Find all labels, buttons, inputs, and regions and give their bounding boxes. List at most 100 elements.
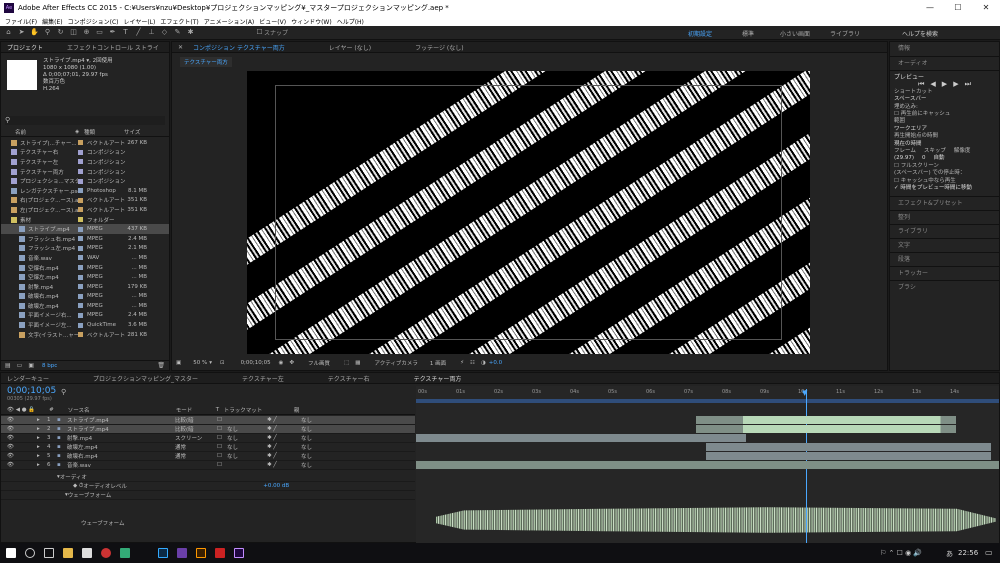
layer-duration-bar[interactable] (706, 443, 991, 451)
interpret-footage-icon[interactable]: ▤ (5, 362, 11, 369)
rectangle-tool-icon[interactable]: ▭ (95, 28, 104, 37)
snapshot-icon[interactable]: ◉ (279, 360, 284, 366)
menu-effect[interactable]: エフェクト(T) (160, 17, 198, 26)
label-color-icon[interactable] (78, 159, 83, 165)
timeline-layer-row[interactable]: 👁 ▸ 6 ▪ 音楽.wav ☐ ✱ ╱ なし (1, 461, 415, 470)
project-item[interactable]: 空爆左.mp4 MPEG ... MB (1, 272, 169, 282)
tab-render-queue[interactable]: レンダーキュー (7, 374, 49, 383)
work-area-bar[interactable] (416, 399, 999, 403)
file-explorer-icon[interactable] (63, 548, 73, 558)
tab-texture-right[interactable]: テクスチャー右 (328, 374, 370, 383)
workspace-default[interactable]: 初期設定 (688, 29, 712, 38)
column-type[interactable]: 種類 (84, 128, 124, 136)
project-item[interactable]: プロジェクショ...マスター コンポジション (1, 176, 169, 186)
layer-name[interactable]: 破壊右.mp4 (67, 452, 175, 460)
minimize-icon[interactable]: — (916, 0, 944, 16)
panel-3[interactable]: 文字 (890, 237, 999, 252)
project-item[interactable]: テクスチャー両方 コンポジション (1, 167, 169, 177)
clone-stamp-icon[interactable]: ⊥ (147, 28, 156, 37)
first-frame-icon[interactable]: ⏮ (918, 80, 924, 88)
layer-t-checkbox[interactable]: ☐ (217, 453, 227, 459)
exposure-value[interactable]: +0.0 (489, 360, 502, 366)
acrobat-icon[interactable] (215, 548, 225, 558)
layer-duration-bar[interactable] (416, 434, 746, 442)
store-icon[interactable] (82, 548, 92, 558)
layer-track-matte[interactable]: なし (227, 425, 267, 433)
views-select[interactable]: 1 画面 (430, 359, 446, 367)
timeline-layer-row[interactable]: 👁 ▸ 2 ▪ ストライプ.mp4 比較(暗 ☐ なし ✱ ╱ なし (1, 425, 415, 434)
project-search-input[interactable]: ⚲ (5, 116, 165, 125)
after-effects-icon[interactable] (234, 548, 244, 558)
visibility-icon[interactable]: 👁 (7, 462, 37, 468)
exposure-icon[interactable]: ◑ (481, 360, 486, 366)
layer-t-checkbox[interactable]: ☐ (217, 435, 227, 441)
menu-file[interactable]: ファイル(F) (5, 17, 37, 26)
project-item[interactable]: フラッシュ右.mp4 MPEG 2.4 MB (1, 234, 169, 244)
layer-parent[interactable]: なし (301, 416, 312, 424)
play-icon[interactable]: ▶ (942, 80, 947, 88)
menu-help[interactable]: ヘルプ(H) (337, 17, 364, 26)
prev-frame-icon[interactable]: ◀ (930, 80, 935, 88)
project-item[interactable]: レンガテクスチャー.psd Photoshop 8.1 MB (1, 186, 169, 196)
photoshop-icon[interactable] (158, 548, 168, 558)
illustrator-icon[interactable] (196, 548, 206, 558)
layer-t-checkbox[interactable]: ☐ (217, 444, 227, 450)
layer-parent[interactable]: なし (301, 434, 312, 442)
project-item[interactable]: テクスチャー左 コンポジション (1, 157, 169, 167)
tab-texture-left[interactable]: テクスチャー左 (242, 374, 284, 383)
project-item[interactable]: 文字(イラスト...ャー... ベクトルアート281 KB (1, 330, 169, 340)
panel-4[interactable]: 段落 (890, 251, 999, 266)
timeline-timecode[interactable]: 0;00;10;05 (7, 386, 56, 396)
snap-checkbox[interactable]: ☐ (255, 28, 264, 37)
label-color-icon[interactable] (78, 322, 83, 328)
skip-select[interactable]: 0 (922, 155, 926, 162)
column-mode[interactable]: モード (176, 406, 216, 414)
column-source-name[interactable]: ソース名 (68, 406, 176, 414)
fast-preview-icon[interactable]: ⚡ (460, 360, 464, 366)
zoom-select[interactable]: 50 % (193, 360, 207, 366)
label-color-icon[interactable] (78, 303, 83, 309)
project-item[interactable]: 左(プロジェク...ース).ai ベクトルアート 351 KB (1, 205, 169, 215)
cortana-icon[interactable] (25, 548, 35, 558)
shortcut-select[interactable]: スペースバー (894, 96, 995, 103)
comp-breadcrumb[interactable]: テクスチャー両方 (180, 57, 232, 67)
project-item[interactable]: 破壊左.mp4 MPEG ... MB (1, 301, 169, 311)
menu-edit[interactable]: 編集(E) (42, 17, 62, 26)
menu-window[interactable]: ウィンドウ(W) (291, 17, 332, 26)
expand-icon[interactable]: ▸ (37, 453, 47, 459)
playhead-icon[interactable]: ▼ (802, 389, 807, 397)
label-color-icon[interactable] (78, 255, 83, 261)
audio-level-value[interactable]: +0.00 dB (263, 483, 289, 489)
always-preview-icon[interactable]: ▣ (176, 360, 181, 366)
label-color-icon[interactable] (78, 332, 83, 338)
layer-mode[interactable]: 通常 (175, 443, 217, 451)
expand-icon[interactable]: ▸ (37, 462, 47, 468)
close-icon[interactable]: ✕ (972, 0, 1000, 16)
project-item[interactable]: 平面イメージ左... QuickTime 3.6 MB (1, 320, 169, 330)
project-item[interactable]: 平面イメージ右... MPEG 2.4 MB (1, 311, 169, 321)
panel-0[interactable]: エフェクト&プリセット (890, 195, 999, 210)
camera-tool-icon[interactable]: ◫ (69, 28, 78, 37)
time-ruler[interactable]: 00s 01s 02s 03s 04s 05s 06s 07s 08s 09s 10s 11s 12s 1… (416, 389, 999, 399)
roto-brush-icon[interactable]: ✎ (173, 28, 182, 37)
tray-icons[interactable]: ⚐ ⌃ ☐ ◉ 🔊 (880, 549, 922, 557)
puppet-tool-icon[interactable]: ✱ (186, 28, 195, 37)
chevron-down-icon[interactable]: ▾ (209, 360, 212, 366)
label-color-icon[interactable] (78, 274, 83, 280)
app-icon[interactable] (120, 548, 130, 558)
close-tab-icon[interactable]: ✕ (178, 44, 183, 51)
label-color-icon[interactable] (78, 293, 83, 299)
layer-duration-bar[interactable] (416, 461, 999, 469)
layer-parent[interactable]: なし (301, 425, 312, 433)
layer-duration-bar[interactable] (696, 416, 956, 424)
label-color-icon[interactable] (78, 178, 83, 184)
visibility-icon[interactable]: 👁 (7, 426, 37, 432)
waveform-group-label[interactable]: ウェーブフォーム (68, 491, 112, 499)
project-item[interactable]: 空爆右.mp4 MPEG ... MB (1, 263, 169, 273)
tab-project[interactable]: プロジェクト (7, 43, 43, 52)
start-select[interactable]: 現在の時間 (894, 141, 995, 148)
timeline-search-icon[interactable]: ⚲ (61, 388, 66, 396)
layer-t-checkbox[interactable]: ☐ (217, 462, 227, 468)
zoom-tool-icon[interactable]: ⚲ (43, 28, 52, 37)
workspace-libraries[interactable]: ライブラリ (830, 29, 860, 38)
